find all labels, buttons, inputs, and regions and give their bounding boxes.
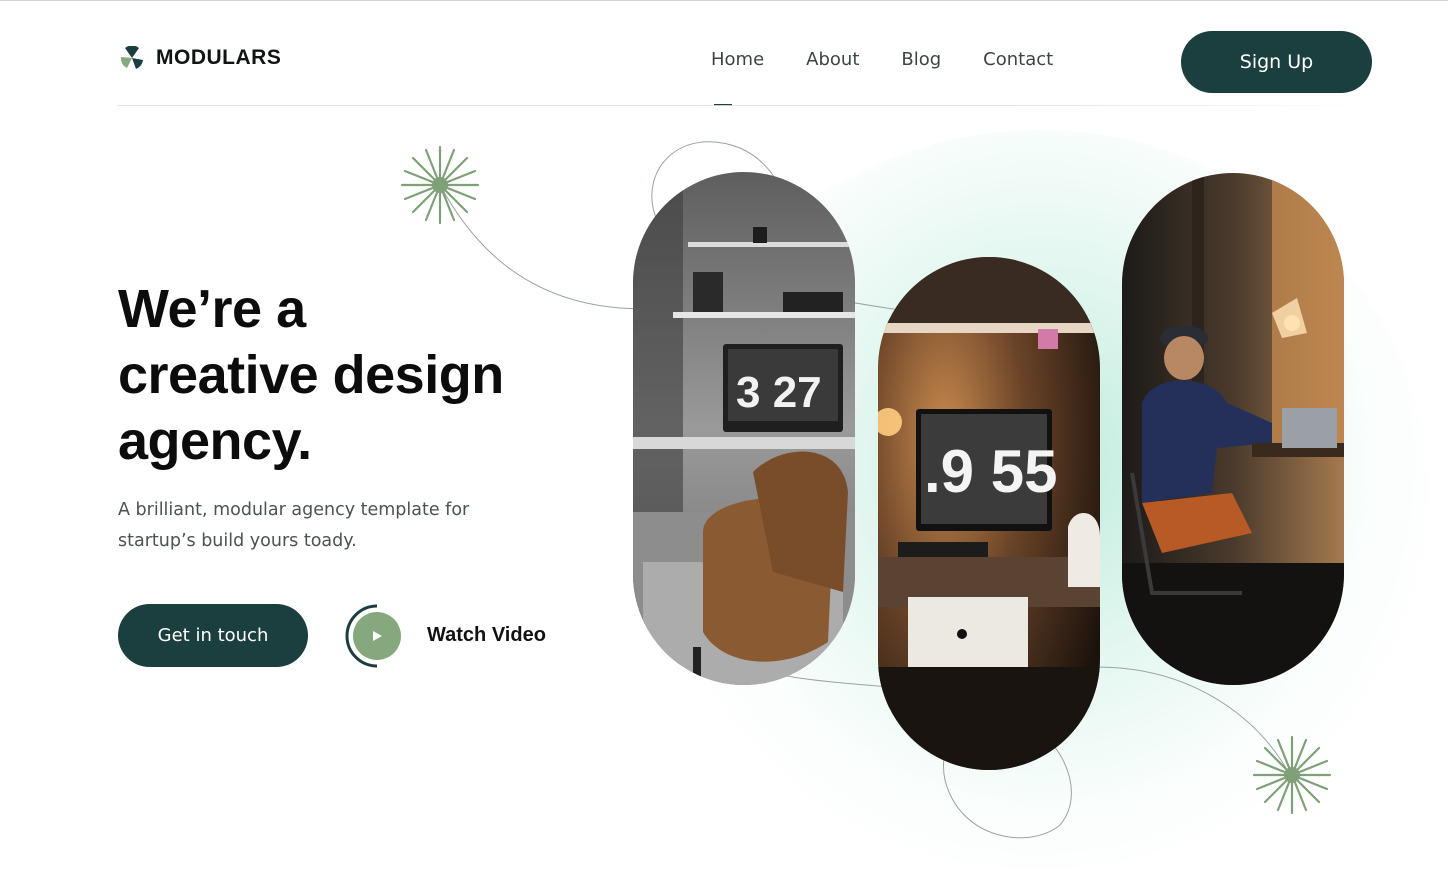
play-icon[interactable] — [353, 612, 401, 660]
watch-video-label: Watch Video — [427, 623, 546, 646]
get-in-touch-button[interactable]: Get in touch — [118, 604, 308, 667]
brand-logo[interactable]: MODULARS — [120, 46, 281, 70]
top-border — [0, 0, 1448, 1]
clock-digits-2: .9 55 — [924, 438, 1057, 505]
nav-home[interactable]: Home — [711, 49, 764, 70]
modulars-logo-icon — [120, 46, 143, 69]
play-control[interactable] — [345, 602, 403, 668]
main-nav: Home About Blog Contact — [711, 49, 1053, 70]
watch-video-button[interactable]: Watch Video — [345, 602, 546, 668]
hero-headline: We’re a creative design agency. — [118, 276, 588, 474]
headline-line-2: creative design — [118, 345, 504, 405]
photo-desk-warm: .9 55 — [878, 257, 1100, 770]
clock-digits-1: 3 27 — [736, 368, 822, 417]
header-divider — [118, 105, 1378, 106]
sign-up-button[interactable]: Sign Up — [1181, 31, 1372, 93]
headline-line-1: We’re a — [118, 279, 306, 339]
photo-man-laptop — [1122, 173, 1344, 685]
photo-desk-gray: 3 27 — [633, 172, 855, 685]
hero-subtext: A brilliant, modular agency template for… — [118, 500, 470, 551]
nav-blog[interactable]: Blog — [901, 49, 941, 70]
nav-contact[interactable]: Contact — [983, 49, 1053, 70]
nav-about[interactable]: About — [806, 49, 859, 70]
headline-line-3: agency. — [118, 411, 312, 471]
brand-name: MODULARS — [156, 46, 282, 69]
